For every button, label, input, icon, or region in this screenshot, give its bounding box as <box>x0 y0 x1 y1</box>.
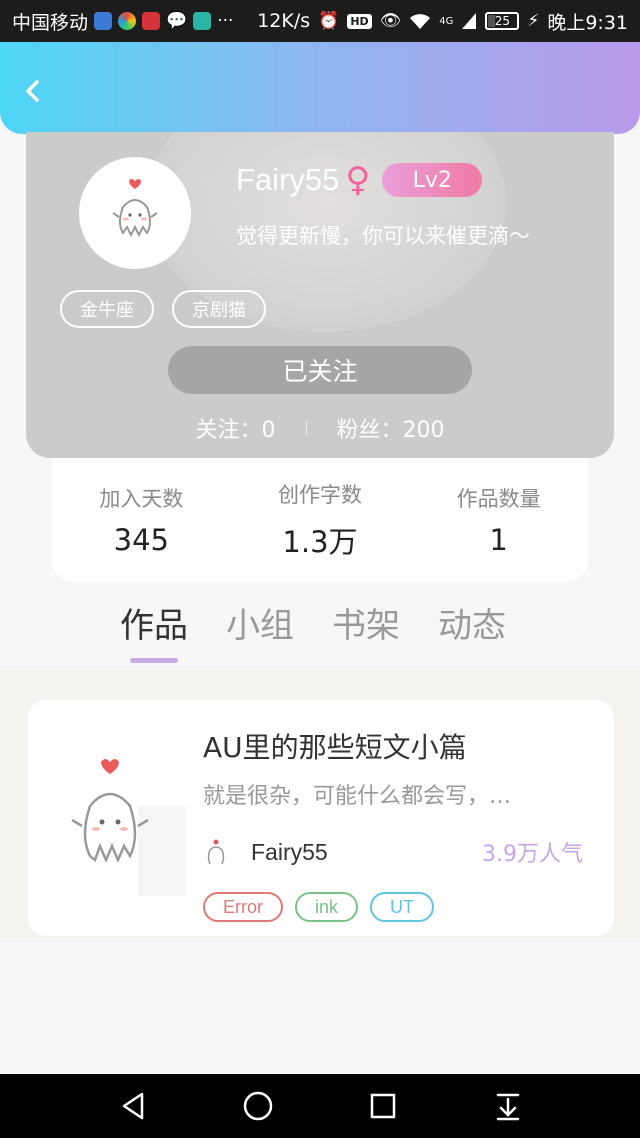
work-tag[interactable]: Error <box>203 892 283 922</box>
stat-value: 345 <box>113 523 169 557</box>
user-name: Fairy55 <box>236 162 340 197</box>
follow-button[interactable]: 已关注 <box>168 346 472 394</box>
stat-label: 加入天数 <box>99 487 184 511</box>
popularity-count: 3.9万人气 <box>482 842 583 867</box>
back-triangle-icon <box>122 1092 143 1120</box>
tab-bookshelf[interactable]: 书架 <box>332 598 400 647</box>
wifi-icon <box>410 14 431 29</box>
author-name[interactable]: Fairy55 <box>251 839 328 866</box>
tab-activity[interactable]: 动态 <box>438 598 506 647</box>
work-title: AU里的那些短文小篇 <box>203 731 467 764</box>
female-icon: ♀ <box>345 160 371 200</box>
battery-level: 25 <box>494 14 511 28</box>
user-bio: 觉得更新慢，你可以来催更滴～ <box>236 224 530 248</box>
battery-icon: 25 <box>485 12 520 30</box>
stat-join-days: 加入天数 345 <box>61 483 221 557</box>
profile-tag[interactable]: 京剧猫 <box>172 290 266 328</box>
work-tag[interactable]: ink <box>295 892 359 922</box>
more-notifications-icon: ··· <box>217 11 234 31</box>
nav-recents-button[interactable] <box>363 1086 403 1126</box>
profile-tags: 金牛座 京剧猫 <box>60 290 266 328</box>
work-description: 就是很杂，可能什么都会写，… <box>203 784 512 809</box>
header-bar <box>0 42 640 134</box>
nav-home-button[interactable] <box>238 1086 278 1126</box>
ghost-mascot-icon <box>112 179 158 238</box>
phone-app-icon <box>193 12 212 30</box>
work-cover <box>68 746 188 896</box>
weibo-icon <box>142 12 161 30</box>
stat-label: 作品数量 <box>456 487 541 511</box>
system-nav-bar <box>0 1074 640 1138</box>
work-meta: Fairy55 3.9万人气 <box>203 836 583 868</box>
notification-down-icon <box>496 1093 519 1121</box>
network-type: 4G <box>439 15 454 27</box>
divider <box>305 420 307 436</box>
work-tags: Error ink UT <box>203 892 435 922</box>
wifi-calling-icon <box>94 12 113 30</box>
tab-groups[interactable]: 小组 <box>226 598 294 647</box>
name-row: Fairy55 ♀ Lv2 <box>236 160 483 200</box>
work-tag[interactable]: UT <box>370 892 435 922</box>
profile-tabs: 作品 小组 书架 动态 <box>120 598 506 663</box>
eye-comfort-icon: 👁 <box>379 11 402 31</box>
tab-works[interactable]: 作品 <box>120 598 188 663</box>
stats-card: 加入天数 345 创作字数 1.3万 作品数量 1 <box>52 458 588 582</box>
stat-work-count: 作品数量 1 <box>419 483 579 557</box>
profile-card: Fairy55 ♀ Lv2 觉得更新慢，你可以来催更滴～ 金牛座 京剧猫 已关注… <box>26 132 614 458</box>
following-count[interactable]: 关注：0 <box>196 412 276 444</box>
stat-value: 1 <box>489 523 508 557</box>
network-speed: 12K/s <box>257 10 311 32</box>
status-bar: 中国移动 💬 ··· 12K/s ⏰ HD 👁 4G 25 ⚡ 晚上9:31 <box>0 0 640 42</box>
fans-count[interactable]: 粉丝：200 <box>337 412 445 444</box>
nav-notification-button[interactable] <box>488 1086 528 1126</box>
avatar[interactable] <box>79 157 191 269</box>
clock: 晚上9:31 <box>547 11 628 34</box>
hd-icon: HD <box>347 13 372 29</box>
level-badge: Lv2 <box>382 163 483 197</box>
signal-icon <box>462 13 477 29</box>
stat-value: 1.3万 <box>282 525 358 559</box>
carrier-label: 中国移动 <box>12 11 89 34</box>
author-avatar-icon <box>207 839 225 865</box>
profile-tag[interactable]: 金牛座 <box>60 290 154 328</box>
ghost-mascot-icon <box>71 759 186 896</box>
wechat-icon: 💬 <box>166 11 188 31</box>
work-item[interactable]: AU里的那些短文小篇 就是很杂，可能什么都会写，… Fairy55 3.9万人气… <box>28 700 614 936</box>
nav-back-button[interactable] <box>113 1086 153 1126</box>
alarm-icon: ⏰ <box>318 11 340 31</box>
stat-label: 创作字数 <box>277 483 362 507</box>
app-icon-colorful <box>118 12 137 30</box>
follow-counts: 关注：0 粉丝：200 <box>26 412 614 444</box>
back-button[interactable] <box>18 76 48 106</box>
chevron-left-icon <box>26 80 39 102</box>
recents-square-icon <box>370 1093 395 1119</box>
stat-word-count: 创作字数 1.3万 <box>240 479 400 561</box>
charging-icon: ⚡ <box>527 11 540 31</box>
home-circle-icon <box>243 1091 272 1121</box>
